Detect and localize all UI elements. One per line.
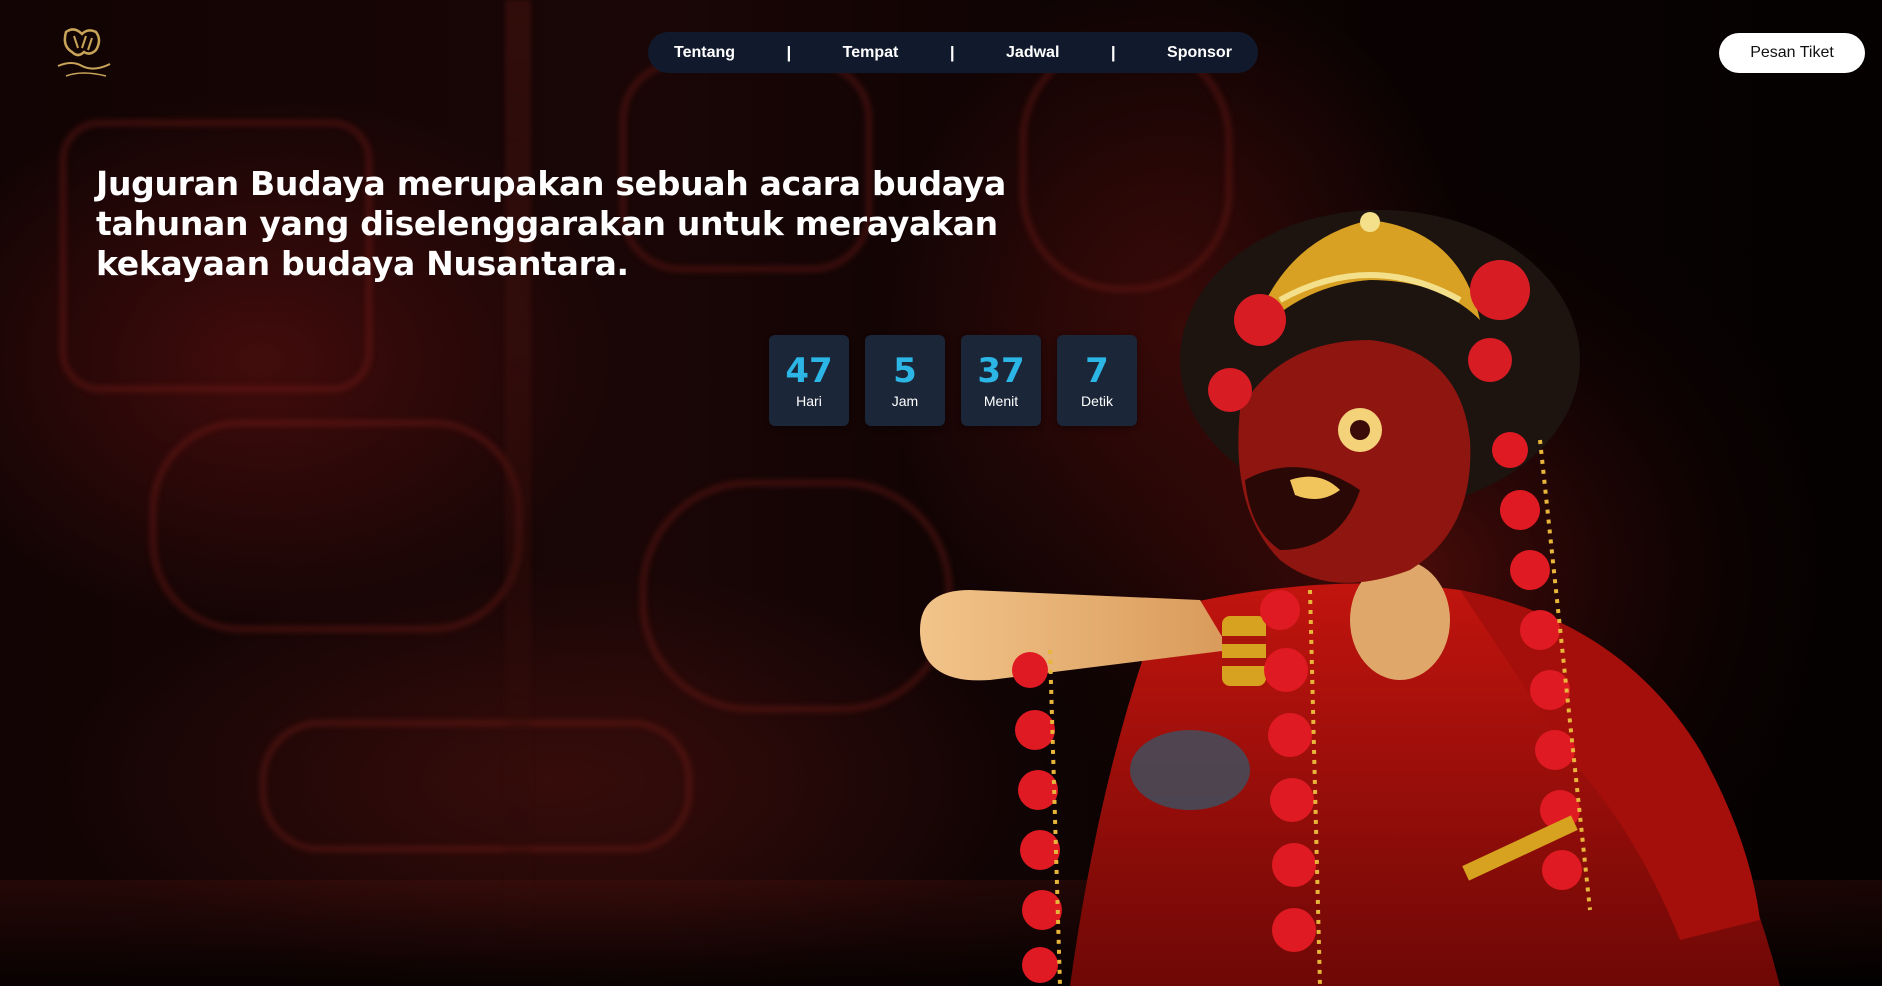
countdown-value: 47 bbox=[785, 350, 833, 391]
main-nav: Tentang | Tempat | Jadwal | Sponsor bbox=[648, 32, 1258, 73]
countdown-value: 5 bbox=[893, 350, 917, 391]
hero-page: Tentang | Tempat | Jadwal | Sponsor Pesa… bbox=[0, 0, 1882, 986]
juguran-budaya-logo[interactable] bbox=[52, 26, 116, 82]
countdown-label: Hari bbox=[796, 392, 822, 409]
nav-item-tentang[interactable]: Tentang bbox=[668, 44, 741, 62]
nav-separator: | bbox=[1110, 42, 1116, 62]
nav-item-tempat[interactable]: Tempat bbox=[837, 44, 905, 62]
countdown-seconds: 7 Detik bbox=[1057, 335, 1137, 426]
countdown-label: Detik bbox=[1081, 392, 1113, 409]
countdown-value: 37 bbox=[977, 350, 1025, 391]
event-countdown: 47 Hari 5 Jam 37 Menit 7 Detik bbox=[769, 335, 1137, 426]
hero-description: Juguran Budaya merupakan sebuah acara bu… bbox=[96, 164, 1006, 283]
nav-separator: | bbox=[786, 42, 792, 62]
pesan-tiket-button[interactable]: Pesan Tiket bbox=[1719, 33, 1865, 73]
background-ornament bbox=[260, 720, 692, 852]
countdown-value: 7 bbox=[1085, 350, 1109, 391]
nav-item-jadwal[interactable]: Jadwal bbox=[1000, 44, 1065, 62]
nav-separator: | bbox=[949, 42, 955, 62]
nav-item-sponsor[interactable]: Sponsor bbox=[1161, 44, 1238, 62]
background-ornament bbox=[150, 420, 522, 632]
countdown-label: Menit bbox=[983, 392, 1019, 409]
countdown-hours: 5 Jam bbox=[865, 335, 945, 426]
background-pillar bbox=[505, 0, 531, 940]
countdown-label: Jam bbox=[891, 392, 919, 409]
countdown-days: 47 Hari bbox=[769, 335, 849, 426]
countdown-minutes: 37 Menit bbox=[961, 335, 1041, 426]
